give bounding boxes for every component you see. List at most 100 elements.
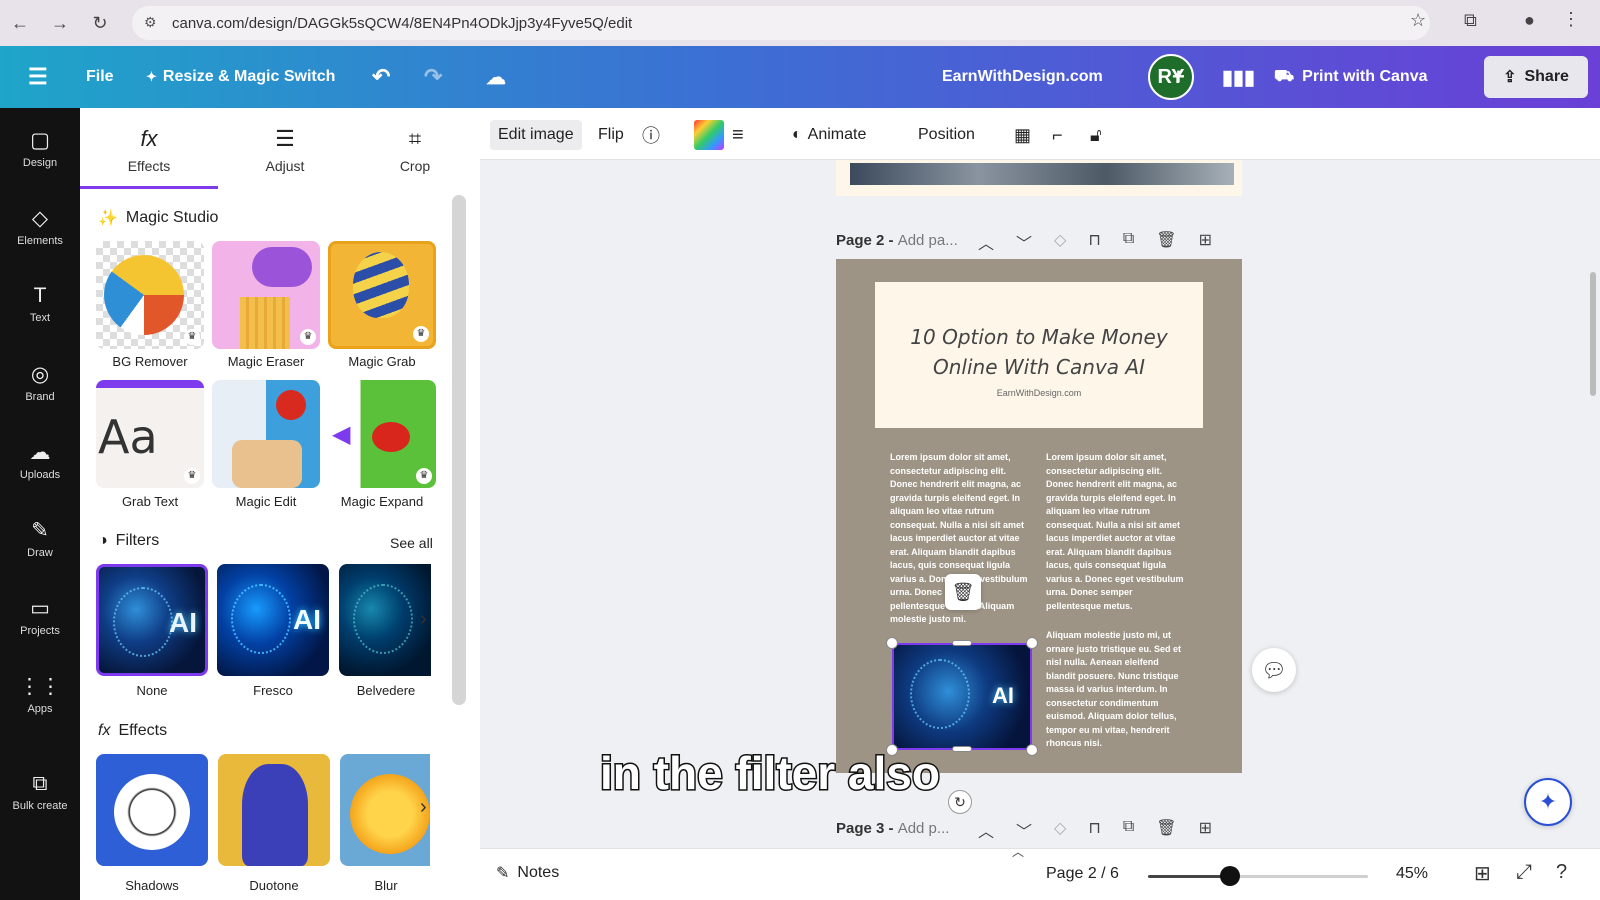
magic-grab-tile[interactable]: ♛ — [328, 241, 436, 349]
color-swatch-icon[interactable] — [694, 120, 724, 150]
design-title[interactable]: EarnWithDesign.com — [942, 46, 1103, 108]
delete-page-icon[interactable]: 🗑︎ — [1156, 818, 1176, 842]
profile-icon[interactable]: ● — [1524, 10, 1535, 31]
rotate-handle-icon[interactable]: ↻ — [948, 790, 972, 814]
effect-duotone[interactable] — [218, 754, 330, 866]
filter-fresco[interactable]: AI — [217, 564, 329, 676]
file-menu[interactable]: File — [86, 46, 114, 108]
title-card[interactable]: 10 Option to Make Money Online With Canva… — [875, 282, 1203, 428]
sliders-icon: ☰ — [275, 126, 295, 151]
extensions-icon[interactable]: ⧉ — [1464, 10, 1477, 31]
magic-expand-tile[interactable]: ◀ ♛ — [328, 380, 436, 488]
bookmark-star-icon[interactable]: ☆ — [1410, 10, 1426, 31]
undo-icon[interactable]: ↶ — [372, 46, 390, 108]
magic-eraser-tile[interactable]: ♛ — [212, 241, 320, 349]
share-button[interactable]: ⇪ Share — [1484, 56, 1588, 98]
lock-page-icon[interactable]: ⊓ — [1088, 818, 1100, 842]
help-icon[interactable]: ? — [1556, 861, 1567, 884]
rail-apps[interactable]: ⋮⋮ Apps — [0, 674, 80, 715]
filter-belvedere[interactable] — [339, 564, 431, 676]
menu-icon[interactable]: ☰ — [28, 46, 48, 108]
body-text-col2[interactable]: Lorem ipsum dolor sit amet, consectetur … — [1046, 451, 1190, 613]
collapse-pages-chevron-icon[interactable]: ︿ — [1012, 843, 1024, 860]
hide-page-icon[interactable]: ◇ — [1054, 818, 1066, 842]
effect-shadows[interactable] — [96, 754, 208, 866]
filters-next-chevron-icon[interactable]: › — [420, 608, 427, 631]
panel-scrollbar[interactable] — [452, 195, 466, 705]
resize-handle[interactable] — [886, 637, 898, 649]
print-with-canva-button[interactable]: ⛟ Print with Canva — [1274, 46, 1428, 108]
copy-style-icon[interactable]: ⌐ — [1052, 120, 1063, 150]
page-count[interactable]: Page 2 / 6 — [1046, 865, 1119, 883]
fullscreen-icon[interactable]: ⤢ — [1516, 861, 1532, 884]
avatar[interactable]: RY — [1148, 54, 1194, 100]
rail-design[interactable]: ▢ Design — [0, 128, 80, 169]
doc-subtitle[interactable]: EarnWithDesign.com — [875, 388, 1203, 398]
rail-uploads[interactable]: ☁ Uploads — [0, 440, 80, 481]
add-page-icon[interactable]: ⊞ — [1199, 230, 1212, 254]
lock-icon[interactable]: 🔓︎ — [1090, 120, 1102, 150]
forward-icon[interactable]: → — [40, 13, 80, 34]
zoom-slider-knob[interactable] — [1220, 866, 1240, 886]
transparency-icon[interactable]: ▦ — [1014, 120, 1031, 150]
insights-chart-icon[interactable]: ▮▮▮ — [1222, 46, 1255, 108]
magic-assistant-icon[interactable]: ✦ — [1524, 778, 1572, 826]
duplicate-page-icon[interactable]: ⧉ — [1123, 818, 1134, 842]
animate-button[interactable]: ◐ Animate — [792, 120, 866, 150]
body-text-col3[interactable]: Aliquam molestie justo mi, ut ornare jus… — [1046, 629, 1190, 751]
selected-ai-image[interactable]: AI — [892, 643, 1032, 750]
cloud-saved-icon[interactable]: ☁ — [486, 46, 506, 108]
canvas-scrollbar[interactable] — [1590, 272, 1596, 396]
effect-blur[interactable] — [340, 754, 430, 866]
rail-brand[interactable]: ◎ Brand — [0, 362, 80, 403]
reload-icon[interactable]: ↻ — [80, 13, 120, 34]
page-3-title-input[interactable]: Add p... — [898, 820, 950, 837]
magic-edit-tile[interactable] — [212, 380, 320, 488]
move-page-up-icon[interactable]: ︿ — [978, 230, 994, 254]
rail-draw[interactable]: ✎ Draw — [0, 518, 80, 559]
edit-image-button[interactable]: Edit image — [490, 120, 582, 150]
effects-next-chevron-icon[interactable]: › — [420, 796, 427, 819]
rail-bulk-create[interactable]: ⧉ Bulk create — [0, 772, 80, 812]
grab-text-tile[interactable]: Aa ♛ — [96, 380, 204, 488]
rail-elements[interactable]: ◇ Elements — [0, 206, 80, 247]
tab-effects[interactable]: fx Effects — [84, 108, 214, 188]
filter-none[interactable]: AI — [96, 564, 208, 676]
add-comment-icon[interactable]: 💬︎ — [1252, 648, 1296, 692]
duplicate-page-icon[interactable]: ⧉ — [1123, 230, 1134, 254]
site-settings-icon[interactable]: ⚙ — [144, 14, 157, 31]
browser-menu-icon[interactable]: ⋮ — [1562, 9, 1580, 30]
doc-title[interactable]: 10 Option to Make Money Online With Canva… — [875, 322, 1203, 382]
resize-handle[interactable] — [1026, 744, 1038, 756]
rail-projects[interactable]: ▭ Projects — [0, 596, 80, 637]
add-page-icon[interactable]: ⊞ — [1199, 818, 1212, 842]
tab-crop[interactable]: ⌗ Crop — [350, 108, 480, 188]
info-icon[interactable]: ⓘ — [642, 120, 660, 150]
resize-magic-switch-button[interactable]: ✦ Resize & Magic Switch — [146, 46, 335, 108]
delete-page-icon[interactable]: 🗑︎ — [1156, 230, 1176, 254]
hide-page-icon[interactable]: ◇ — [1054, 230, 1066, 254]
lock-page-icon[interactable]: ⊓ — [1088, 230, 1100, 254]
flip-button[interactable]: Flip — [598, 120, 624, 150]
redo-icon[interactable]: ↷ — [424, 46, 442, 108]
zoom-value[interactable]: 45% — [1396, 865, 1428, 883]
move-page-up-icon[interactable]: ︿ — [978, 818, 994, 842]
back-icon[interactable]: ← — [0, 13, 40, 34]
address-bar[interactable]: ⚙ canva.com/design/DAGGk5sQCW4/8EN4Pn4OD… — [132, 6, 1430, 40]
move-page-down-icon[interactable]: ﹀ — [1016, 818, 1032, 842]
delete-element-icon[interactable]: 🗑︎ — [945, 574, 981, 610]
resize-handle[interactable] — [1026, 637, 1038, 649]
grid-view-icon[interactable]: ⊞ — [1474, 861, 1491, 886]
tab-adjust[interactable]: ☰ Adjust — [220, 108, 350, 188]
see-all-link[interactable]: See all — [390, 535, 433, 551]
page-2-title-input[interactable]: Add pa... — [898, 232, 958, 249]
notes-button[interactable]: ✎ Notes — [496, 863, 559, 883]
side-handle[interactable] — [952, 746, 972, 752]
bg-remover-tile[interactable]: ♛ — [96, 241, 204, 349]
position-button[interactable]: Position — [918, 120, 975, 150]
add-collaborator-icon[interactable]: + — [1172, 46, 1185, 108]
border-style-icon[interactable]: ≡ — [732, 120, 744, 150]
move-page-down-icon[interactable]: ﹀ — [1016, 230, 1032, 254]
side-handle[interactable] — [952, 640, 972, 646]
rail-text[interactable]: T Text — [0, 284, 80, 324]
